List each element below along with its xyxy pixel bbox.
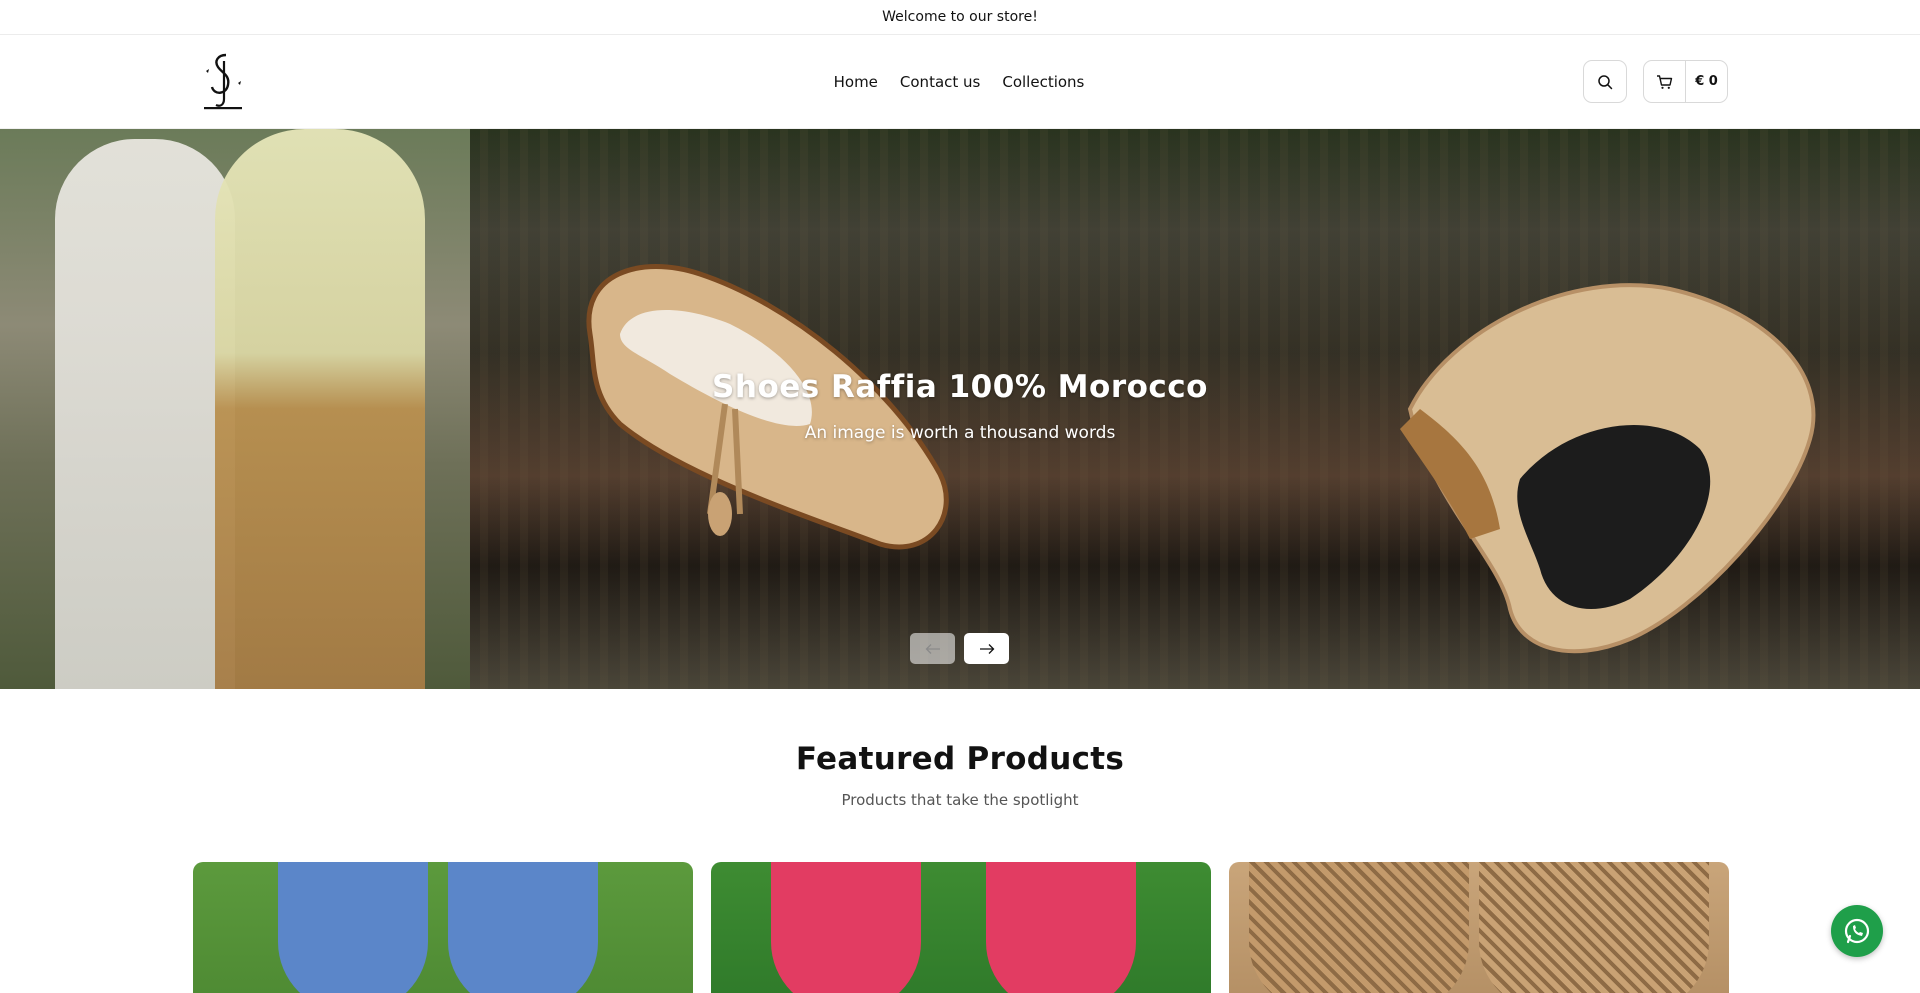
arrow-left-icon bbox=[925, 643, 940, 654]
cart-icon-container bbox=[1644, 61, 1686, 102]
featured-products-section: Featured Products Products that take the… bbox=[0, 741, 1920, 809]
product-card[interactable] bbox=[193, 862, 693, 993]
main-nav: Home Contact us Collections bbox=[0, 35, 1920, 129]
cart-total: € 0 bbox=[1695, 74, 1718, 89]
cart-icon bbox=[1657, 74, 1673, 89]
whatsapp-icon bbox=[1844, 918, 1870, 944]
natural-shoe-left-image bbox=[1249, 862, 1469, 993]
hero-title: Shoes Raffia 100% Morocco bbox=[712, 369, 1208, 405]
blue-shoe-right-image bbox=[448, 862, 598, 993]
hero-slideshow: Shoes Raffia 100% Morocco An image is wo… bbox=[0, 129, 1920, 689]
search-icon bbox=[1598, 74, 1613, 89]
nav-collections[interactable]: Collections bbox=[1000, 69, 1086, 95]
arrow-right-icon bbox=[979, 643, 994, 654]
product-grid bbox=[193, 862, 1729, 993]
featured-title: Featured Products bbox=[795, 741, 1125, 777]
product-card[interactable] bbox=[711, 862, 1211, 993]
nav-contact-us[interactable]: Contact us bbox=[898, 69, 982, 95]
search-button[interactable] bbox=[1583, 60, 1627, 103]
slide-next-button[interactable] bbox=[964, 633, 1009, 664]
site-header: Home Contact us Collections € 0 bbox=[0, 35, 1920, 129]
hero-subtitle: An image is worth a thousand words bbox=[804, 423, 1116, 443]
raffia-loafer-black-image bbox=[1400, 283, 1816, 654]
slide-prev-button[interactable] bbox=[910, 633, 955, 664]
announcement-bar: Welcome to our store! bbox=[0, 0, 1920, 35]
nav-home[interactable]: Home bbox=[832, 69, 880, 95]
product-card[interactable] bbox=[1229, 862, 1729, 993]
hero-text: Shoes Raffia 100% Morocco An image is wo… bbox=[0, 369, 1920, 443]
blue-shoe-left-image bbox=[278, 862, 428, 993]
whatsapp-button[interactable] bbox=[1831, 905, 1883, 957]
pink-shoe-left-image bbox=[771, 862, 921, 993]
announcement-text: Welcome to our store! bbox=[882, 9, 1038, 25]
slider-controls bbox=[910, 633, 1009, 664]
pink-shoe-right-image bbox=[986, 862, 1136, 993]
natural-shoe-right-image bbox=[1479, 862, 1709, 993]
cart-button[interactable]: € 0 bbox=[1643, 60, 1728, 103]
featured-subtitle: Products that take the spotlight bbox=[841, 791, 1079, 809]
